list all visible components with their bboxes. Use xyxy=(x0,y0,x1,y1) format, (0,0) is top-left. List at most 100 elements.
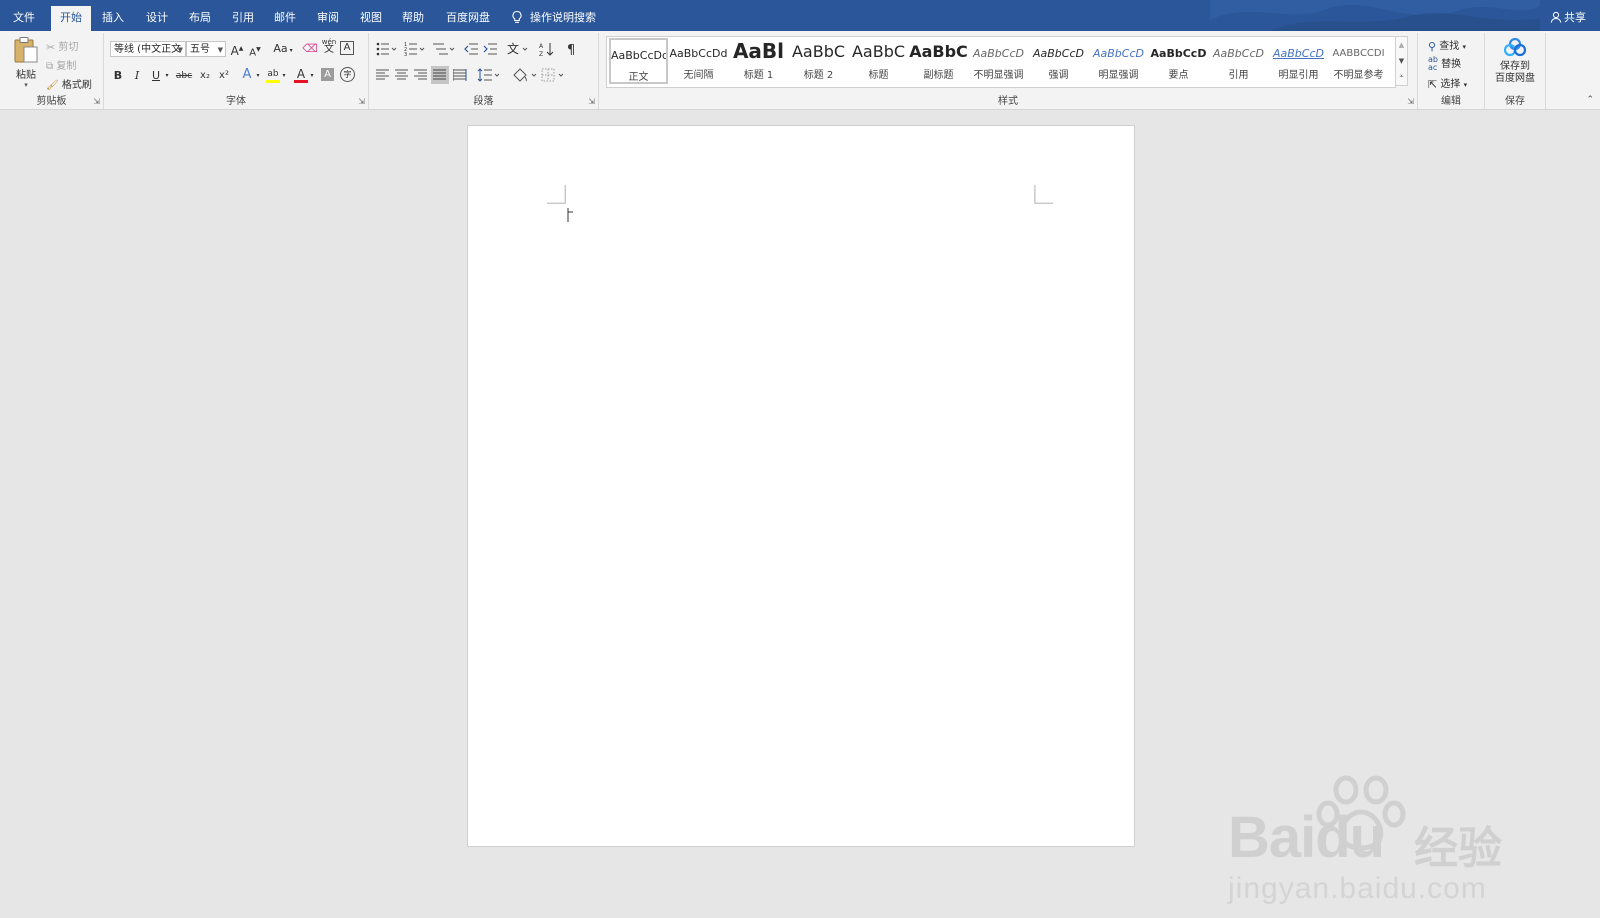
subscript-button[interactable]: x₂ xyxy=(197,68,213,84)
tab-baidu-netdisk[interactable]: 百度网盘 xyxy=(440,6,496,31)
margin-corner-top-left xyxy=(547,185,566,204)
tab-home[interactable]: 开始 xyxy=(51,6,91,31)
underline-dropdown[interactable]: ▾ xyxy=(163,68,171,84)
share-button[interactable]: 共享 xyxy=(1550,6,1586,31)
font-dialog-launcher[interactable]: ⇲ xyxy=(358,97,365,106)
cut-button[interactable]: ✂ 剪切 xyxy=(46,38,78,54)
format-painter-button[interactable]: 🖌 格式刷 xyxy=(46,76,92,92)
baidu-jingyan-watermark: Baidu 经验 jingyan.baidu.com xyxy=(1228,775,1528,918)
tab-review[interactable]: 审阅 xyxy=(308,6,348,31)
enclose-characters-button[interactable]: 字 xyxy=(340,67,355,82)
collapse-ribbon-icon[interactable]: ⌃ xyxy=(1586,95,1594,105)
style-name: 无间隔 xyxy=(683,70,714,81)
format-painter-label: 格式刷 xyxy=(61,80,92,91)
style-subtle-emphasis[interactable]: AaBbCcD 不明显强调 xyxy=(969,38,1028,84)
text-effects-button[interactable]: A xyxy=(239,67,255,83)
justify-button[interactable] xyxy=(431,66,449,84)
sort-icon[interactable]: AZ xyxy=(539,41,555,57)
font-color-button[interactable]: A xyxy=(293,66,309,83)
paste-button[interactable]: 粘贴 ▾ xyxy=(10,36,42,89)
select-button[interactable]: ⇱ 选择 ▾ xyxy=(1428,75,1467,91)
style-normal[interactable]: AaBbCcDd 正文 xyxy=(609,38,668,84)
style-name: 标题 2 xyxy=(803,70,834,81)
borders-icon[interactable] xyxy=(541,67,567,83)
style-title[interactable]: AaBbC 标题 xyxy=(849,38,908,84)
subscript-icon: x₂ xyxy=(200,70,210,81)
bullets-icon[interactable] xyxy=(376,41,398,57)
highlight-button[interactable]: ab xyxy=(265,66,281,83)
character-shading-button[interactable]: A xyxy=(321,68,334,81)
tab-insert[interactable]: 插入 xyxy=(93,6,133,31)
decrease-indent-icon[interactable] xyxy=(463,41,479,57)
tab-layout[interactable]: 布局 xyxy=(180,6,220,31)
phonetic-guide-button[interactable]: wén 文 xyxy=(321,38,337,55)
style-emphasis[interactable]: AaBbCcD 强调 xyxy=(1029,38,1088,84)
style-name: 标题 1 xyxy=(743,70,774,81)
align-left-icon[interactable] xyxy=(376,69,390,81)
style-sample: AaBbC xyxy=(791,43,846,61)
replace-button[interactable]: ab ac 替换 xyxy=(1428,55,1461,72)
highlight-dropdown[interactable]: ▾ xyxy=(280,68,288,84)
strikethrough-button[interactable]: abc xyxy=(174,68,194,84)
copy-button[interactable]: ⧉ 复制 xyxy=(46,57,76,73)
style-name: 明显引用 xyxy=(1278,70,1319,81)
clipboard-group-label: 剪贴板 xyxy=(36,96,67,107)
paragraph-dialog-launcher[interactable]: ⇲ xyxy=(588,97,595,106)
tab-file[interactable]: 文件 xyxy=(4,6,44,31)
find-button[interactable]: ⚲ 查找 ▾ xyxy=(1428,37,1466,53)
character-border-icon: A xyxy=(343,42,351,53)
style-heading-2[interactable]: AaBbC 标题 2 xyxy=(789,38,848,84)
style-intense-quote[interactable]: AaBbCcD 明显引用 xyxy=(1269,38,1328,84)
numbering-icon[interactable]: 1 2 3 xyxy=(404,41,426,57)
style-subtitle[interactable]: AaBbC 副标题 xyxy=(909,38,968,84)
clear-formatting-button[interactable]: ⌫ xyxy=(302,41,318,57)
save-to-baidu-netdisk-button[interactable]: 保存到 百度网盘 xyxy=(1485,37,1545,85)
tab-design[interactable]: 设计 xyxy=(137,6,177,31)
multilevel-list-icon[interactable] xyxy=(432,41,456,57)
baidu-netdisk-icon xyxy=(1503,37,1527,57)
paste-dropdown-arrow[interactable]: ▾ xyxy=(10,81,42,89)
underline-button[interactable]: U xyxy=(148,68,164,84)
style-subtle-reference[interactable]: AABBCCDI 不明显参考 xyxy=(1329,38,1388,84)
clipboard-dialog-launcher[interactable]: ⇲ xyxy=(93,97,100,106)
superscript-button[interactable]: x² xyxy=(216,68,232,84)
style-name: 要点 xyxy=(1168,70,1189,81)
distributed-icon[interactable] xyxy=(453,69,467,81)
tab-view[interactable]: 视图 xyxy=(351,6,391,31)
style-heading-1[interactable]: AaBl 标题 1 xyxy=(729,38,788,84)
tell-me-search[interactable]: 操作说明搜索 xyxy=(510,6,596,31)
show-marks-icon[interactable]: ¶ xyxy=(565,41,579,57)
change-case-button[interactable]: Aa ▾ xyxy=(270,41,296,57)
tab-help[interactable]: 帮助 xyxy=(393,6,433,31)
line-spacing-icon[interactable] xyxy=(477,67,501,83)
tab-references[interactable]: 引用 xyxy=(223,6,263,31)
bold-button[interactable]: B xyxy=(110,68,126,84)
style-sample: AaBbCcD xyxy=(1033,47,1084,60)
style-intense-emphasis[interactable]: AaBbCcD 明显强调 xyxy=(1089,38,1148,84)
font-size-box[interactable]: 五号 ▼ xyxy=(186,41,226,57)
grow-font-button[interactable]: A▲ xyxy=(229,41,245,58)
style-sample: AaBbCcDd xyxy=(669,47,728,60)
tab-mailings[interactable]: 邮件 xyxy=(265,6,305,31)
select-label: 选择 xyxy=(1440,79,1461,90)
shading-icon[interactable] xyxy=(512,67,538,83)
align-center-icon[interactable] xyxy=(395,69,409,81)
strikethrough-icon: abc xyxy=(175,71,193,81)
text-effects-dropdown[interactable]: ▾ xyxy=(254,68,262,84)
scroll-down-icon[interactable]: ▼ xyxy=(1396,53,1407,69)
font-name-box[interactable]: 等线 (中文正文 ▼ xyxy=(110,41,186,57)
document-page[interactable] xyxy=(467,125,1135,847)
shrink-font-button[interactable]: A▼ xyxy=(247,42,263,58)
italic-button[interactable]: I xyxy=(129,68,145,84)
styles-dialog-launcher[interactable]: ⇲ xyxy=(1407,97,1414,106)
font-color-dropdown[interactable]: ▾ xyxy=(308,68,316,84)
style-quote[interactable]: AaBbCcD 引用 xyxy=(1209,38,1268,84)
align-right-icon[interactable] xyxy=(414,69,428,81)
style-no-spacing[interactable]: AaBbCcDd 无间隔 xyxy=(669,38,728,84)
scroll-up-icon[interactable]: ▲ xyxy=(1396,37,1407,53)
style-strong[interactable]: AaBbCcD 要点 xyxy=(1149,38,1208,84)
chinese-layout-icon[interactable]: 文 xyxy=(507,41,531,57)
character-border-button[interactable]: A xyxy=(340,41,354,55)
increase-indent-icon[interactable] xyxy=(482,41,498,57)
more-styles-icon[interactable]: ⩡ xyxy=(1396,69,1407,85)
